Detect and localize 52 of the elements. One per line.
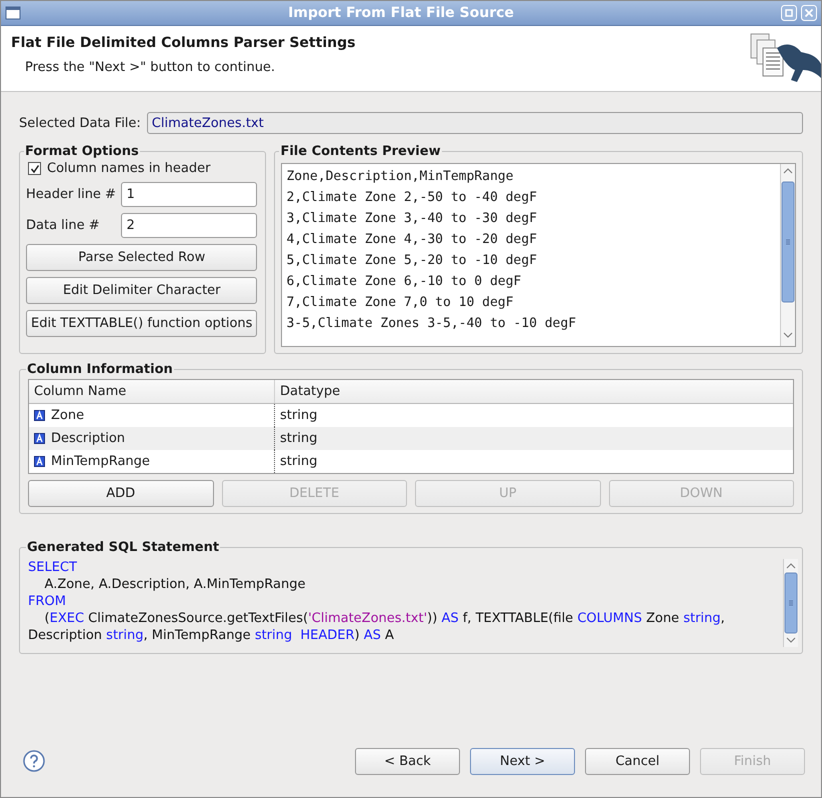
table-cell: Zone: [51, 408, 84, 423]
window-menu-icon[interactable]: [5, 5, 21, 21]
table-cell: string: [280, 454, 318, 469]
option-button[interactable]: Parse Selected Row: [26, 244, 258, 271]
page-title: Flat File Delimited Columns Parser Settings: [11, 35, 356, 51]
maximize-icon[interactable]: [781, 5, 797, 21]
close-icon[interactable]: [801, 5, 817, 21]
sql-line: Description string, MinTempRange string HEADER) AS A: [28, 627, 395, 644]
wizard-button[interactable]: Next >: [470, 748, 575, 774]
wizard-button[interactable]: < Back: [355, 748, 460, 774]
column-header[interactable]: Column Name: [29, 380, 274, 403]
preview-line: 6,Climate Zone 6,-10 to 0 degF: [286, 273, 522, 291]
preview-line: Zone,Description,MinTempRange: [286, 168, 514, 186]
field-label: Data line #: [26, 218, 100, 233]
option-button[interactable]: Edit TEXTTABLE() function options: [26, 310, 258, 337]
data-file-label: Selected Data File:: [19, 116, 141, 130]
checkbox[interactable]: [28, 162, 41, 175]
sql-line: SELECT: [28, 559, 78, 576]
input-field[interactable]: 1: [121, 182, 258, 207]
sql-line: (EXEC ClimateZonesSource.getTextFiles('ClimateZones.txt')) AS f, TEXTTABLE(file COLUMNS Zone string,: [44, 610, 726, 627]
table-cell: string: [280, 408, 318, 423]
field-label: Header line #: [26, 187, 116, 202]
data-file-field[interactable]: ClimateZones.txt: [146, 112, 803, 134]
table-cell: string: [280, 431, 318, 446]
column-header[interactable]: Datatype: [274, 380, 793, 403]
text-type-icon: [34, 433, 45, 444]
option-button[interactable]: Edit Delimiter Character: [26, 277, 258, 304]
group-title: File Contents Preview: [279, 144, 442, 159]
group-title: Format Options: [24, 144, 140, 159]
preview-line: 3-5,Climate Zones 3-5,-40 to -10 degF: [286, 315, 578, 333]
wizard-button[interactable]: Cancel: [585, 748, 690, 774]
input-field[interactable]: 2: [121, 213, 258, 238]
scrollbar[interactable]: [783, 559, 798, 647]
help-icon[interactable]: [23, 750, 45, 772]
page-message: Press the "Next >" button to continue.: [25, 60, 276, 75]
table-cell: Description: [51, 431, 126, 446]
table-cell: MinTempRange: [51, 454, 150, 469]
preview-line: 3,Climate Zone 3,-40 to -30 degF: [286, 210, 538, 228]
text-type-icon: [34, 456, 45, 467]
preview-line: 4,Climate Zone 4,-30 to -20 degF: [286, 231, 538, 249]
sql-line: A.Zone, A.Description, A.MinTempRange: [44, 576, 307, 593]
group-title: Column Information: [26, 362, 174, 377]
window-title: Import From Flat File Source: [287, 5, 515, 21]
checkbox-label: Column names in header: [47, 161, 210, 176]
group-title: Generated SQL Statement: [26, 540, 220, 555]
preview-line: 5,Climate Zone 5,-20 to -10 degF: [286, 252, 538, 270]
text-type-icon: [34, 410, 45, 421]
sql-line: FROM: [28, 593, 67, 610]
preview-line: 2,Climate Zone 2,-50 to -40 degF: [286, 189, 538, 207]
preview-line: 7,Climate Zone 7,0 to 10 degF: [286, 294, 514, 312]
scrollbar[interactable]: [780, 164, 795, 346]
table-action-button[interactable]: ADD: [28, 480, 214, 507]
